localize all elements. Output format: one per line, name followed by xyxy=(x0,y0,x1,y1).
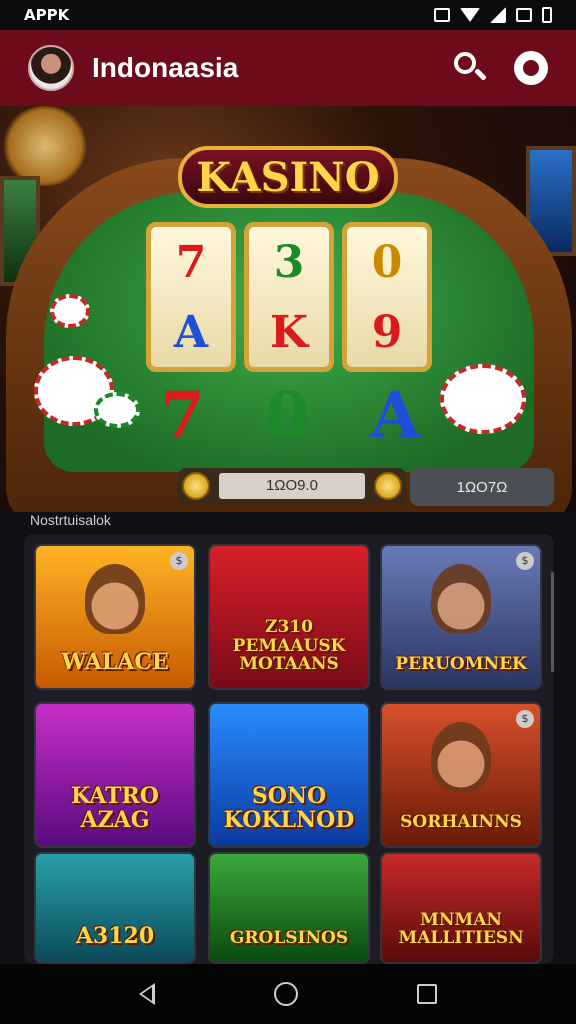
hero-banner[interactable]: KASINO 7 A 3 K 0 9 7 0 A 1ΩO9.0 1ΩO7Ω xyxy=(0,106,576,512)
game-title: SONO KOKLNOD xyxy=(223,782,355,833)
hero-action-button[interactable]: 1ΩO7Ω xyxy=(410,468,554,506)
wifi-icon xyxy=(460,8,480,22)
bet-bar: 1ΩO9.0 xyxy=(178,468,406,504)
reel-symbol: 7 xyxy=(175,236,207,288)
reel-symbol: A xyxy=(173,306,209,358)
game-card[interactable]: SONO KOKLNOD xyxy=(208,702,370,848)
reel-symbol: 0 xyxy=(371,236,403,288)
back-icon[interactable] xyxy=(139,983,156,1005)
slot-reel-3: 0 9 xyxy=(342,222,432,372)
poker-chip-icon xyxy=(440,364,526,434)
poker-chip-icon xyxy=(50,294,90,328)
table-symbol: 0 xyxy=(265,378,310,453)
game-title: KATRO AZAG xyxy=(71,782,159,833)
info-icon[interactable]: $ xyxy=(516,710,534,728)
game-character-image xyxy=(431,722,491,792)
system-nav-bar xyxy=(0,964,576,1024)
signal-icon xyxy=(490,7,506,23)
game-card[interactable]: $ SORHAINNS xyxy=(380,702,542,848)
info-icon[interactable]: $ xyxy=(170,552,188,570)
game-card[interactable]: $ PERUOMNEK xyxy=(380,544,542,690)
game-card[interactable]: KATRO AZAG xyxy=(34,702,196,848)
status-icons xyxy=(434,7,552,23)
game-title: GROLSINOS xyxy=(229,928,349,949)
game-title: Z310 PEMAAUSK MOTAANS xyxy=(232,616,346,675)
table-symbols: 7 0 A xyxy=(160,378,420,453)
game-card[interactable]: $ WALACE xyxy=(34,544,196,690)
info-icon[interactable]: $ xyxy=(516,552,534,570)
game-card[interactable]: MNMAN MALLITIESN xyxy=(380,852,542,964)
poker-chip-icon xyxy=(94,392,140,428)
status-carrier: APPK xyxy=(24,6,70,24)
status-bar: APPK xyxy=(0,0,576,30)
kasino-logo-text: KASINO xyxy=(196,153,380,201)
game-character-image xyxy=(85,564,145,634)
game-title: PERUOMNEK xyxy=(395,654,527,675)
reel-symbol: K xyxy=(269,306,309,358)
game-card[interactable]: A3120 xyxy=(34,852,196,964)
game-title: SORHAINNS xyxy=(400,812,522,833)
coin-icon[interactable] xyxy=(374,472,402,500)
sim-icon xyxy=(516,8,532,22)
reel-symbol: 3 xyxy=(273,236,305,288)
recents-icon[interactable] xyxy=(416,984,437,1004)
game-card[interactable]: Z310 PEMAAUSK MOTAANS xyxy=(208,544,370,690)
bet-amount-field[interactable]: 1ΩO9.0 xyxy=(219,473,365,499)
slot-reel-1: 7 A xyxy=(146,222,236,372)
kasino-logo: KASINO xyxy=(178,146,398,208)
section-label: Nostrtuisalok xyxy=(30,512,111,528)
game-title: A3120 xyxy=(75,922,155,949)
search-icon[interactable] xyxy=(450,48,490,88)
scrollbar[interactable] xyxy=(551,572,554,672)
avatar[interactable] xyxy=(28,45,74,91)
game-card[interactable]: GROLSINOS xyxy=(208,852,370,964)
game-title: MNMAN MALLITIESN xyxy=(398,909,524,949)
lamp-decoration xyxy=(0,106,90,186)
coin-icon[interactable] xyxy=(182,472,210,500)
home-icon[interactable] xyxy=(273,982,298,1006)
battery-icon xyxy=(542,7,552,23)
app-title: Indonaasia xyxy=(92,52,239,83)
game-character-image xyxy=(431,564,491,634)
table-symbol: A xyxy=(370,378,420,453)
table-symbol: 7 xyxy=(160,378,205,453)
slot-reel-2: 3 K xyxy=(244,222,334,372)
game-title: WALACE xyxy=(61,648,169,675)
app-bar: Indonaasia xyxy=(0,30,576,106)
profile-icon[interactable] xyxy=(514,51,548,85)
reel-symbol: 9 xyxy=(371,306,403,358)
nfc-icon xyxy=(434,8,450,22)
